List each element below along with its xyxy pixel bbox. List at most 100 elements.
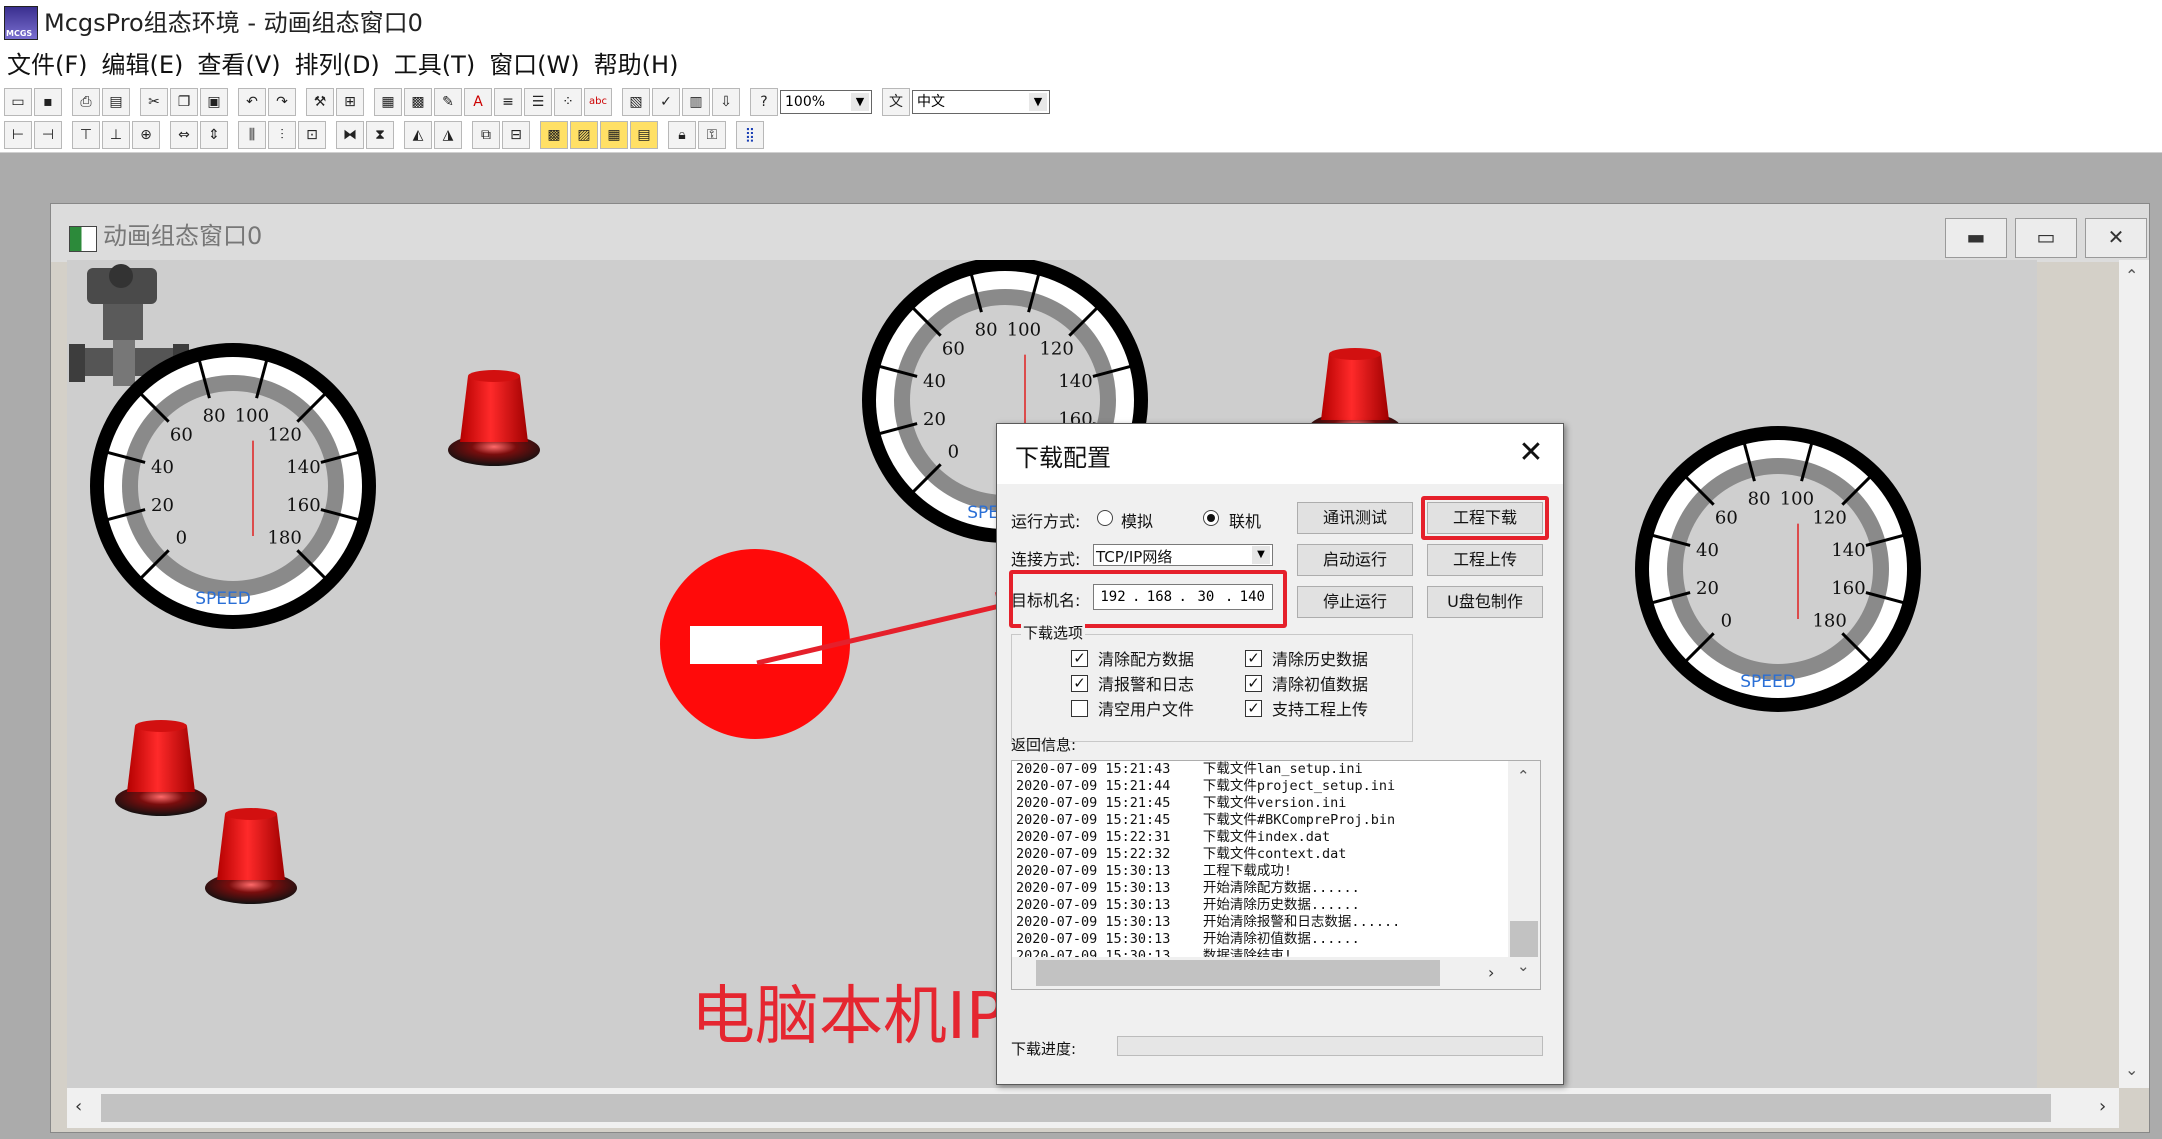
checkbox[interactable] bbox=[1071, 699, 1088, 717]
align-bottom-icon[interactable]: ⊥ bbox=[102, 121, 130, 149]
checkbox[interactable]: ✓ bbox=[1245, 649, 1262, 667]
horizontal-scrollbar[interactable]: ‹ › bbox=[67, 1088, 2119, 1128]
radio-online[interactable] bbox=[1203, 510, 1219, 526]
align-top-icon[interactable]: ⊤ bbox=[72, 121, 100, 149]
check-icon[interactable]: ✓ bbox=[652, 88, 680, 116]
scroll-right-icon[interactable]: › bbox=[1488, 963, 1494, 982]
window-layout-icon[interactable]: ⊞ bbox=[336, 88, 364, 116]
undo-icon[interactable]: ↶ bbox=[238, 88, 266, 116]
hspace-icon[interactable]: ⫼ bbox=[238, 121, 266, 149]
save-icon[interactable]: ▪ bbox=[34, 88, 62, 116]
menu-help[interactable]: 帮助(H) bbox=[587, 47, 686, 83]
option-clear-history[interactable]: ✓ 清除历史数据 bbox=[1245, 646, 1419, 670]
return-info-log[interactable]: 2020-07-09 15:21:43 下载文件lan_setup.ini 202… bbox=[1011, 760, 1541, 990]
checkbox[interactable]: ✓ bbox=[1245, 699, 1262, 717]
checkbox[interactable]: ✓ bbox=[1245, 674, 1262, 692]
lock-icon[interactable]: 🔒︎ bbox=[668, 121, 696, 149]
copy-icon[interactable]: ❐ bbox=[170, 88, 198, 116]
option-clear-alarm-log[interactable]: ✓ 清报警和日志 bbox=[1071, 671, 1245, 695]
tools-icon[interactable]: ⚒ bbox=[306, 88, 334, 116]
vertical-scrollbar[interactable]: ⌃ ⌄ bbox=[2119, 260, 2149, 1088]
help-icon[interactable]: ? bbox=[750, 88, 778, 116]
menu-arrange[interactable]: 排列(D) bbox=[288, 47, 387, 83]
option-clear-user-files[interactable]: 清空用户文件 bbox=[1071, 696, 1245, 720]
option-clear-recipe[interactable]: ✓ 清除配方数据 bbox=[1071, 646, 1245, 670]
alarm-lamp-icon[interactable] bbox=[205, 808, 297, 904]
grid-lines-icon[interactable]: ≡ bbox=[494, 88, 522, 116]
project-download-button[interactable]: 工程下载 bbox=[1427, 502, 1543, 534]
language-icon[interactable]: 文 bbox=[882, 88, 910, 116]
rotate-left-icon[interactable]: ◭ bbox=[404, 121, 432, 149]
scroll-up-icon[interactable]: ⌃ bbox=[2125, 266, 2138, 285]
menu-tools[interactable]: 工具(T) bbox=[387, 47, 482, 83]
align-left-icon[interactable]: ⊢ bbox=[4, 121, 32, 149]
scroll-thumb[interactable] bbox=[1510, 921, 1538, 957]
ip-octet-3[interactable]: 30 bbox=[1187, 589, 1225, 605]
scroll-right-icon[interactable]: › bbox=[2099, 1096, 2106, 1117]
alarm-lamp-icon[interactable] bbox=[448, 370, 540, 466]
compile-icon[interactable]: ▥ bbox=[682, 88, 710, 116]
abc-icon[interactable]: abc bbox=[584, 88, 612, 116]
layer-down-icon[interactable]: ▤ bbox=[630, 121, 658, 149]
group-icon[interactable]: ⧉ bbox=[472, 121, 500, 149]
connect-select[interactable]: TCP/IP网络 ▼ bbox=[1093, 544, 1273, 566]
stop-run-button[interactable]: 停止运行 bbox=[1297, 586, 1413, 618]
layer-up-icon[interactable]: ▦ bbox=[600, 121, 628, 149]
option-clear-initial[interactable]: ✓ 清除初值数据 bbox=[1245, 671, 1419, 695]
print-preview-icon[interactable]: ▤ bbox=[102, 88, 130, 116]
alarm-lamp-icon[interactable] bbox=[115, 720, 207, 816]
device-icon[interactable]: ▩ bbox=[404, 88, 432, 116]
option-support-upload[interactable]: ✓ 支持工程上传 bbox=[1245, 696, 1419, 720]
redo-icon[interactable]: ↷ bbox=[268, 88, 296, 116]
send-back-icon[interactable]: ▨ bbox=[570, 121, 598, 149]
vspace-icon[interactable]: ⫶ bbox=[268, 121, 296, 149]
component-icon[interactable]: ▦ bbox=[374, 88, 402, 116]
rotate-right-icon[interactable]: ◮ bbox=[434, 121, 462, 149]
checkbox[interactable]: ✓ bbox=[1071, 649, 1088, 667]
same-size-icon[interactable]: ⊡ bbox=[298, 121, 326, 149]
same-height-icon[interactable]: ⇕ bbox=[200, 121, 228, 149]
zoom-select[interactable]: 100% ▼ bbox=[780, 90, 872, 114]
edit-pen-icon[interactable]: ✎ bbox=[434, 88, 462, 116]
list-icon[interactable]: ☰ bbox=[524, 88, 552, 116]
maximize-button[interactable]: ▭ bbox=[2015, 218, 2077, 258]
target-ip-input[interactable]: 192. 168. 30. 140 bbox=[1093, 584, 1273, 610]
text-color-icon[interactable]: A bbox=[464, 88, 492, 116]
align-right-icon[interactable]: ⊣ bbox=[34, 121, 62, 149]
scroll-left-icon[interactable]: ‹ bbox=[75, 1096, 82, 1117]
usb-package-button[interactable]: U盘包制作 bbox=[1427, 586, 1543, 618]
language-select[interactable]: 中文 ▼ bbox=[912, 90, 1050, 114]
ip-octet-4[interactable]: 140 bbox=[1233, 589, 1271, 605]
log-vertical-scrollbar[interactable]: ⌃ ⌄ bbox=[1508, 761, 1540, 989]
project-upload-button[interactable]: 工程上传 bbox=[1427, 544, 1543, 576]
scroll-down-icon[interactable]: ⌄ bbox=[1517, 957, 1530, 975]
minimize-button[interactable]: ▬ bbox=[1945, 218, 2007, 258]
radio-simulate[interactable] bbox=[1097, 510, 1113, 526]
print-icon[interactable]: ⎙ bbox=[72, 88, 100, 116]
ungroup-icon[interactable]: ⊟ bbox=[502, 121, 530, 149]
download-icon[interactable]: ⇩ bbox=[712, 88, 740, 116]
unlock-icon[interactable]: ⚿ bbox=[698, 121, 726, 149]
properties-icon[interactable]: ▧ bbox=[622, 88, 650, 116]
scroll-thumb[interactable] bbox=[101, 1094, 2051, 1122]
scroll-down-icon[interactable]: ⌄ bbox=[2125, 1060, 2138, 1079]
menu-view[interactable]: 查看(V) bbox=[190, 47, 287, 83]
scroll-thumb[interactable] bbox=[1036, 960, 1440, 986]
close-button[interactable]: ✕ bbox=[2085, 218, 2147, 258]
log-horizontal-scrollbar[interactable]: › bbox=[1012, 957, 1508, 989]
align-center-icon[interactable]: ⊕ bbox=[132, 121, 160, 149]
bring-front-icon[interactable]: ▩ bbox=[540, 121, 568, 149]
dots-grid-icon[interactable]: ⁘ bbox=[554, 88, 582, 116]
close-icon[interactable]: ✕ bbox=[1513, 436, 1549, 472]
grid-icon[interactable]: ⣿ bbox=[736, 121, 764, 149]
menu-edit[interactable]: 编辑(E) bbox=[95, 47, 191, 83]
cut-icon[interactable]: ✂ bbox=[140, 88, 168, 116]
start-run-button[interactable]: 启动运行 bbox=[1297, 544, 1413, 576]
menu-file[interactable]: 文件(F) bbox=[0, 47, 95, 83]
ip-octet-1[interactable]: 192 bbox=[1094, 589, 1132, 605]
scroll-up-icon[interactable]: ⌃ bbox=[1517, 767, 1530, 785]
ip-octet-2[interactable]: 168 bbox=[1140, 589, 1178, 605]
flip-horizontal-icon[interactable]: ⧓ bbox=[336, 121, 364, 149]
menu-window[interactable]: 窗口(W) bbox=[482, 47, 586, 83]
new-icon[interactable]: ▭ bbox=[4, 88, 32, 116]
